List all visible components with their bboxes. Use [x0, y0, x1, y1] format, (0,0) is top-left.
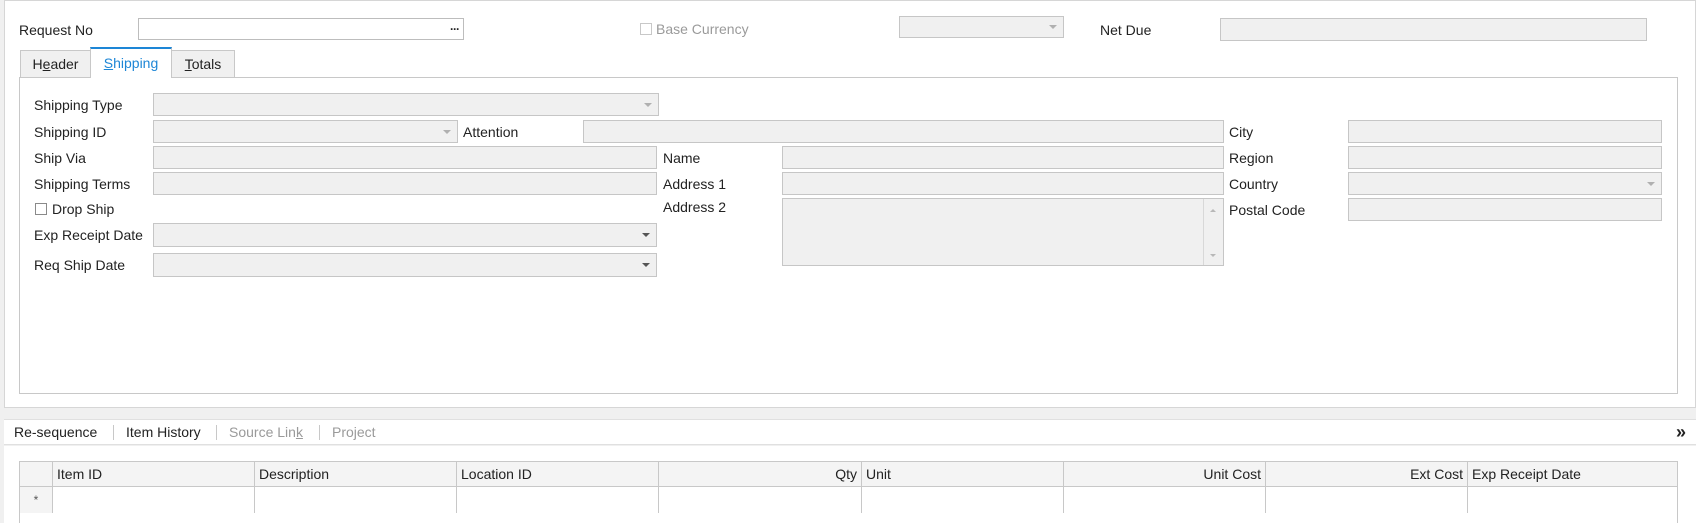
postal-code-label: Postal Code [1229, 202, 1306, 218]
project-button[interactable]: Project [332, 420, 376, 444]
new-row-exp-receipt-date-cell[interactable] [1468, 487, 1677, 513]
expand-toolbar-button[interactable]: » [1676, 420, 1686, 444]
new-row-ext-cost-cell[interactable] [1266, 487, 1468, 513]
request-no-label: Request No [19, 22, 93, 38]
request-no-input[interactable]: ··· [138, 18, 464, 40]
scroll-down-icon [1210, 254, 1216, 257]
currency-dropdown[interactable] [899, 16, 1064, 38]
shipping-id-label: Shipping ID [34, 124, 107, 140]
name-label: Name [663, 150, 701, 166]
new-row-marker: * [20, 487, 53, 513]
source-link-label: Source Lin [229, 424, 296, 440]
base-currency-label: Base Currency [656, 21, 749, 37]
column-header-location-id[interactable]: Location ID [457, 462, 659, 487]
toolbar-separator [113, 425, 114, 440]
ship-via-field[interactable] [153, 146, 657, 169]
shipping-type-dropdown[interactable] [153, 93, 659, 116]
attention-field[interactable] [583, 120, 1224, 143]
new-row-unit-cost-cell[interactable] [1064, 487, 1266, 513]
shipping-terms-field[interactable] [153, 172, 657, 195]
line-items-grid: Item ID Description Location ID Qty Unit… [19, 461, 1678, 523]
tab-header-label-rest: ader [50, 56, 79, 72]
shipping-id-dropdown[interactable] [153, 120, 458, 143]
new-row-unit-cell[interactable] [862, 487, 1064, 513]
chevron-down-icon [642, 263, 650, 267]
grid-toolbar: Re-sequence Item History Source Link Pro… [4, 419, 1696, 445]
column-header-ext-cost[interactable]: Ext Cost [1266, 462, 1468, 487]
chevron-down-icon [642, 233, 650, 237]
source-link-mnemonic: k [295, 424, 303, 440]
region-field[interactable] [1348, 146, 1662, 169]
city-label: City [1229, 124, 1254, 140]
address1-field[interactable] [782, 172, 1224, 195]
tab-shipping-label-rest: hipping [113, 55, 159, 71]
drop-ship-label: Drop Ship [52, 201, 115, 217]
chevron-down-icon [443, 129, 451, 134]
source-link-button[interactable]: Source Link [229, 420, 303, 444]
lookup-ellipsis-button[interactable]: ··· [450, 19, 460, 39]
req-ship-date-label: Req Ship Date [34, 257, 126, 273]
chevron-down-icon [1049, 25, 1057, 29]
attention-label: Attention [463, 124, 519, 140]
drop-ship-checkbox[interactable] [35, 203, 47, 215]
tab-shipping-mnemonic: S [103, 55, 114, 71]
new-row-description-cell[interactable] [255, 487, 457, 513]
tab-totals-label-rest: otals [191, 56, 222, 72]
tab-header-label: H [32, 56, 43, 72]
region-label: Region [1229, 150, 1274, 166]
new-row-qty-cell[interactable] [659, 487, 862, 513]
column-header-exp-receipt-date[interactable]: Exp Receipt Date [1468, 462, 1677, 487]
city-field[interactable] [1348, 120, 1662, 143]
net-due-field [1220, 18, 1647, 41]
chevron-down-icon [644, 102, 652, 107]
tab-totals-mnemonic: T [184, 56, 192, 72]
ship-via-label: Ship Via [34, 150, 86, 166]
column-header-item-id[interactable]: Item ID [53, 462, 255, 487]
country-dropdown[interactable] [1348, 172, 1662, 195]
column-header-unit-cost[interactable]: Unit Cost [1064, 462, 1266, 487]
shipping-type-label: Shipping Type [34, 97, 123, 113]
resequence-button[interactable]: Re-sequence [14, 420, 97, 444]
exp-receipt-date-picker[interactable] [153, 223, 657, 247]
column-header-description[interactable]: Description [255, 462, 457, 487]
chevron-down-icon [1647, 181, 1655, 186]
item-history-button[interactable]: Item History [126, 420, 201, 444]
scroll-up-icon [1210, 209, 1216, 212]
net-due-label: Net Due [1100, 22, 1152, 38]
tab-totals[interactable]: Totals [171, 50, 235, 77]
row-selector-header[interactable] [20, 462, 53, 487]
tab-shipping[interactable]: Shipping [90, 47, 172, 78]
address2-scrollbar[interactable] [1203, 199, 1223, 265]
column-header-qty[interactable]: Qty [659, 462, 862, 487]
address2-label: Address 2 [663, 199, 727, 215]
address2-textarea[interactable] [782, 198, 1224, 266]
tab-header[interactable]: Header [20, 50, 91, 77]
new-row-location-id-cell[interactable] [457, 487, 659, 513]
name-field[interactable] [782, 146, 1224, 169]
toolbar-separator [216, 425, 217, 440]
shipping-terms-label: Shipping Terms [34, 176, 131, 192]
country-label: Country [1229, 176, 1279, 192]
postal-code-field[interactable] [1348, 198, 1662, 221]
toolbar-separator [319, 425, 320, 440]
req-ship-date-picker[interactable] [153, 253, 657, 277]
address1-label: Address 1 [663, 176, 727, 192]
column-header-unit[interactable]: Unit [862, 462, 1064, 487]
new-row-item-id-cell[interactable] [53, 487, 255, 513]
base-currency-checkbox[interactable] [640, 23, 652, 35]
exp-receipt-date-label: Exp Receipt Date [34, 227, 143, 243]
